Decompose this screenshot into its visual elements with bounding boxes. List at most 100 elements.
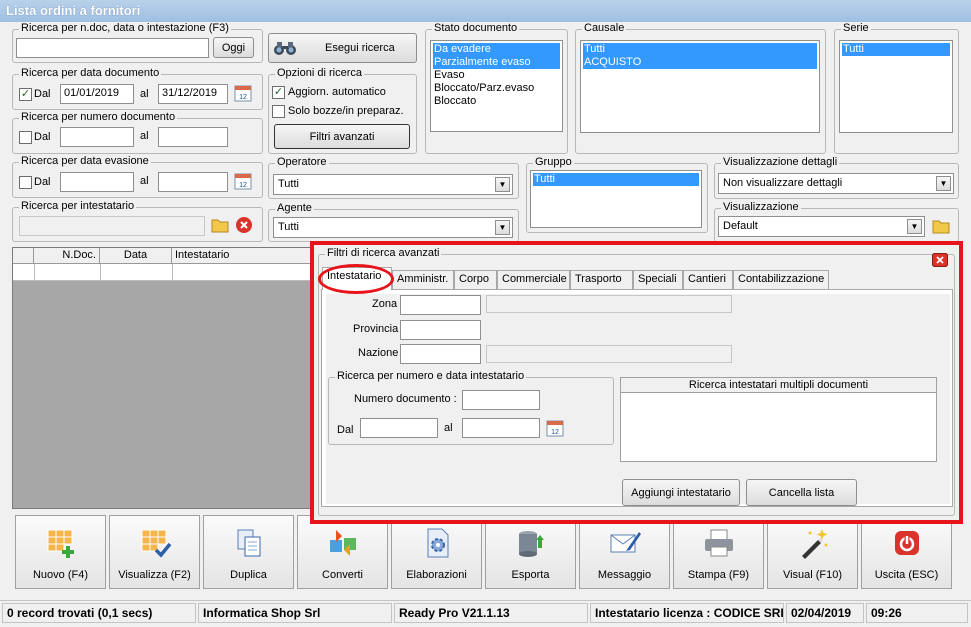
only-drafts-checkbox[interactable] <box>272 105 285 118</box>
tab-cantieri[interactable]: Cantieri <box>683 270 733 289</box>
provincia-input[interactable] <box>400 320 481 340</box>
chevron-down-icon[interactable]: ▼ <box>936 176 951 191</box>
gruppo-list[interactable]: Tutti <box>530 170 702 228</box>
list-item[interactable]: Tutti <box>533 173 699 186</box>
svg-text:12: 12 <box>239 94 247 101</box>
calendar-icon[interactable]: 12 <box>233 83 253 103</box>
duplicate-button[interactable]: Duplica <box>203 515 294 589</box>
nazione-input[interactable] <box>400 344 481 364</box>
doc-status-list[interactable]: Da evadere Parzialmente evaso Evaso Bloc… <box>430 40 563 132</box>
numdata-to-input[interactable] <box>462 418 540 438</box>
export-button[interactable]: Esporta <box>485 515 576 589</box>
list-item[interactable]: Tutti <box>842 43 950 56</box>
list-item[interactable]: Da evadere <box>433 43 560 56</box>
exit-button[interactable]: Uscita (ESC) <box>861 515 952 589</box>
column-header[interactable]: Intestatario <box>172 248 313 264</box>
folder-icon[interactable] <box>210 215 230 235</box>
new-button[interactable]: Nuovo (F4) <box>15 515 106 589</box>
num-doc-checkbox[interactable] <box>19 131 32 144</box>
zona-input[interactable] <box>400 295 481 315</box>
numdata-label: Ricerca per numero e data intestatario <box>335 370 527 382</box>
list-item[interactable]: Bloccato <box>433 95 560 108</box>
view-button[interactable]: Visualizza (F2) <box>109 515 200 589</box>
date-doc-from-input[interactable]: 01/01/2019 <box>60 84 134 104</box>
operatore-select[interactable]: Tutti ▼ <box>273 174 513 195</box>
date-doc-to-input[interactable]: 31/12/2019 <box>158 84 228 104</box>
list-item[interactable]: Tutti <box>583 43 817 56</box>
chevron-down-icon[interactable]: ▼ <box>907 219 922 234</box>
view-select[interactable]: Default ▼ <box>718 216 925 237</box>
detail-view-select[interactable]: Non visualizzare dettagli ▼ <box>718 173 954 194</box>
list-item[interactable]: ACQUISTO <box>583 56 817 69</box>
list-item[interactable]: Evaso <box>433 69 560 82</box>
advanced-filters-button[interactable]: Filtri avanzati <box>274 124 410 149</box>
tab-commerciale[interactable]: Commerciale <box>497 270 570 289</box>
numdata-from-input[interactable] <box>360 418 438 438</box>
date-eva-checkbox[interactable] <box>19 176 32 189</box>
clear-list-button[interactable]: Cancella lista <box>746 479 857 506</box>
num-doc-from-input[interactable] <box>60 127 134 147</box>
message-button[interactable]: Messaggio <box>579 515 670 589</box>
svg-text:12: 12 <box>239 182 247 189</box>
tab-contabilizzazione[interactable]: Contabilizzazione <box>733 270 829 289</box>
add-intestatario-button[interactable]: Aggiungi intestatario <box>622 479 740 506</box>
export-label: Esporta <box>511 569 550 581</box>
tab-corpo[interactable]: Corpo <box>454 270 497 289</box>
new-label: Nuovo (F4) <box>32 569 89 581</box>
chevron-down-icon[interactable]: ▼ <box>495 177 510 192</box>
auto-update-label: Aggiorn. automatico <box>288 86 386 98</box>
num-doc-dal-label: Dal <box>34 131 51 143</box>
num-doc-al-label: al <box>140 130 149 142</box>
process-button[interactable]: Elaborazioni <box>391 515 482 589</box>
serie-list[interactable]: Tutti <box>839 40 953 133</box>
intestatario-input[interactable] <box>19 216 205 236</box>
agente-select[interactable]: Tutti ▼ <box>273 217 513 238</box>
svg-text:12: 12 <box>551 429 559 436</box>
highlight-circle <box>318 264 394 294</box>
num-doc-to-input[interactable] <box>158 127 228 147</box>
nazione-description <box>486 345 732 363</box>
view-label: Visualizza (F2) <box>118 569 191 581</box>
tab-amministr[interactable]: Amministr. <box>392 270 454 289</box>
duplicate-icon <box>237 529 260 557</box>
magic-wand-icon <box>801 529 827 559</box>
message-label: Messaggio <box>597 569 652 581</box>
date-eva-al-label: al <box>140 175 149 187</box>
multi-intestatari-list[interactable]: Ricerca intestatari multipli documenti <box>620 377 937 462</box>
folder-icon[interactable] <box>931 216 951 236</box>
date-eva-from-input[interactable] <box>60 172 134 192</box>
detail-view-value: Non visualizzare dettagli <box>723 177 843 189</box>
operatore-label: Operatore <box>275 156 329 168</box>
general-search-input[interactable] <box>16 38 209 58</box>
doc-status-label: Stato documento <box>432 22 520 34</box>
clear-icon[interactable] <box>234 215 254 235</box>
auto-update-checkbox[interactable]: ✓ <box>272 86 285 99</box>
column-header[interactable]: Data <box>100 248 172 264</box>
convert-icon <box>329 530 356 556</box>
numdata-al-label: al <box>444 422 453 434</box>
today-button[interactable]: Oggi <box>213 37 254 58</box>
date-doc-checkbox[interactable]: ✓ <box>19 88 32 101</box>
execute-search-button[interactable]: Esegui ricerca <box>268 33 417 63</box>
list-item[interactable]: Parzialmente evaso <box>433 56 560 69</box>
tab-speciali[interactable]: Speciali <box>633 270 683 289</box>
status-company: Informatica Shop Srl <box>198 603 392 623</box>
num-document-input[interactable] <box>462 390 540 410</box>
convert-button[interactable]: Converti <box>297 515 388 589</box>
chevron-down-icon[interactable]: ▼ <box>495 220 510 235</box>
calendar-icon[interactable]: 12 <box>233 171 253 191</box>
column-header[interactable]: N.Doc. <box>34 248 100 264</box>
tab-trasporto[interactable]: Trasporto <box>570 270 633 289</box>
print-button[interactable]: Stampa (F9) <box>673 515 764 589</box>
provincia-label: Provincia <box>353 323 399 335</box>
list-item[interactable]: Bloccato/Parz.evaso <box>433 82 560 95</box>
status-time: 09:26 <box>866 603 968 623</box>
multi-intestatari-header: Ricerca intestatari multipli documenti <box>621 378 936 393</box>
new-grid-icon <box>47 529 74 558</box>
date-eva-to-input[interactable] <box>158 172 228 192</box>
visual-button[interactable]: Visual (F10) <box>767 515 858 589</box>
causale-list[interactable]: Tutti ACQUISTO <box>580 40 820 133</box>
date-doc-label: Ricerca per data documento <box>19 67 162 79</box>
calendar-icon[interactable]: 12 <box>545 418 565 438</box>
binoculars-icon <box>273 40 297 56</box>
